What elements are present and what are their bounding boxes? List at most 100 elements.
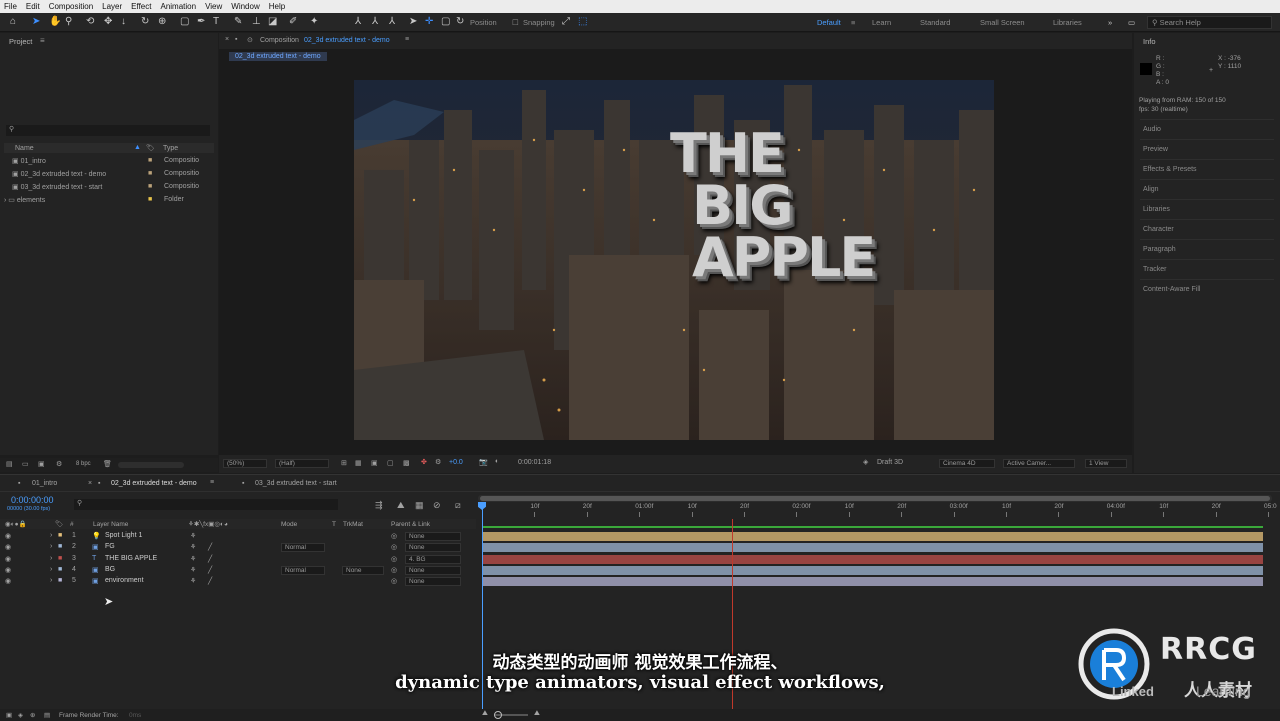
timeline-current-time[interactable]: 0:00:00:00	[11, 495, 54, 505]
mode-header[interactable]: Mode	[281, 521, 297, 528]
move-tool-icon[interactable]: ✛	[425, 16, 433, 27]
composition-viewer[interactable]: THE BIG APPLE	[354, 80, 994, 440]
sort-up-icon[interactable]: ▲	[134, 144, 141, 151]
section-align[interactable]: Align	[1143, 186, 1159, 193]
parent-dropdown[interactable]: None	[405, 577, 461, 587]
project-item[interactable]: › ▭ elements	[4, 196, 45, 204]
orbit-tool-icon[interactable]: ⟲	[86, 16, 94, 27]
toggle-mask-icon[interactable]: ▣	[371, 459, 378, 467]
layer-name[interactable]: BG	[105, 566, 115, 573]
motion-blur-icon[interactable]: ⊘	[433, 500, 441, 511]
current-time-display[interactable]: 0:00:01:18	[518, 459, 551, 466]
zoom-tool-icon[interactable]: ⚲	[65, 16, 72, 27]
bit-depth[interactable]: 8 bpc	[76, 461, 91, 467]
layer-name[interactable]: THE BIG APPLE	[105, 555, 157, 562]
zoom-out-icon[interactable]: ⛰	[482, 710, 488, 718]
rotate3d-tool-icon[interactable]: ↻	[456, 16, 464, 27]
section-tracker[interactable]: Tracker	[1143, 266, 1166, 273]
layer-name-header[interactable]: Layer Name	[93, 521, 128, 528]
frame-blending-icon[interactable]: ▦	[415, 500, 424, 511]
pick-whip-icon[interactable]: ◎	[391, 566, 397, 574]
shy-switch-icon[interactable]: ⚘	[190, 555, 196, 563]
eye-icon[interactable]: ◉	[5, 577, 11, 585]
home-icon[interactable]: ⌂	[10, 16, 16, 27]
layer-duration-bar[interactable]	[482, 577, 1263, 587]
pen-tool-icon[interactable]: ✒	[197, 16, 205, 27]
menu-composition[interactable]: Composition	[49, 2, 93, 11]
layer-duration-bar[interactable]	[482, 565, 1263, 575]
eye-icon[interactable]: ◉	[5, 543, 11, 551]
draft-3d-icon[interactable]: ⛰	[397, 500, 405, 511]
menu-edit[interactable]: Edit	[26, 2, 40, 11]
region-of-interest-icon[interactable]: ▢	[387, 459, 394, 467]
axis-view-icon[interactable]: ⅄	[389, 16, 395, 27]
panel-menu-icon[interactable]: ≡	[405, 36, 409, 43]
column-type[interactable]: Type	[163, 145, 178, 152]
view-layout-dropdown[interactable]: 1 View	[1085, 459, 1127, 468]
mode-dropdown[interactable]: Normal	[281, 565, 325, 575]
workspace-standard[interactable]: Standard	[920, 18, 950, 27]
menu-window[interactable]: Window	[231, 2, 259, 11]
pick-whip-icon[interactable]: ◎	[391, 577, 397, 585]
hand-tool-icon[interactable]: ✋	[49, 16, 61, 27]
chevron-right-icon[interactable]: ›	[50, 532, 52, 539]
layer-duration-bar[interactable]	[482, 532, 1263, 541]
time-ruler[interactable]: 0f10f20f01:00f10f20f02:00f10f20f03:00f10…	[478, 503, 1277, 517]
parent-header[interactable]: Parent & Link	[391, 521, 430, 528]
eye-icon[interactable]: ◉	[5, 555, 11, 563]
parent-dropdown[interactable]: None	[405, 532, 461, 541]
menu-effect[interactable]: Effect	[131, 2, 151, 11]
menu-view[interactable]: View	[205, 2, 222, 11]
pick-whip-icon[interactable]: ◎	[391, 532, 397, 540]
menu-animation[interactable]: Animation	[160, 2, 196, 11]
renderer-dropdown[interactable]: Cinema 4D	[939, 459, 995, 468]
layer-name[interactable]: environment	[105, 577, 144, 584]
layer-duration-bar[interactable]	[482, 543, 1263, 553]
lock-icon[interactable]: ▪	[235, 36, 237, 43]
layer-row[interactable]: ◉ › ■ 2 ▣ FG ⚘ ╱ Normal ◎ None	[0, 542, 476, 553]
workspace-menu-icon[interactable]: ≡	[851, 18, 855, 27]
layer-row[interactable]: ◉ › ■ 5 ▣ environment ⚘ ╱ ◎ None	[0, 576, 476, 587]
quality-switch-icon[interactable]: ╱	[208, 543, 212, 551]
parent-dropdown[interactable]: 4. BG	[405, 554, 461, 564]
rotate-tool-icon[interactable]: ↻	[141, 16, 149, 27]
section-preview[interactable]: Preview	[1143, 146, 1168, 153]
brush-tool-icon[interactable]: ✎	[234, 16, 242, 27]
parent-dropdown[interactable]: None	[405, 543, 461, 553]
tab-intro[interactable]: 01_intro	[32, 480, 57, 487]
layer-switches-toggle-icon[interactable]: ▣	[6, 711, 12, 719]
quality-switch-icon[interactable]: ╱	[208, 555, 212, 563]
eraser-tool-icon[interactable]: ◪	[268, 16, 277, 27]
pick-whip-icon[interactable]: ◎	[391, 543, 397, 551]
interpret-footage-icon[interactable]: ▤	[6, 460, 13, 468]
label-color-swatch[interactable]: ■	[58, 577, 62, 584]
menu-file[interactable]: File	[4, 2, 17, 11]
trkmat-dropdown[interactable]: None	[342, 565, 384, 575]
work-area-range[interactable]	[480, 496, 1270, 501]
work-area-bar[interactable]	[478, 495, 1272, 502]
quality-switch-icon[interactable]: ╱	[208, 566, 212, 574]
camera-dropdown[interactable]: Active Camer...	[1003, 459, 1075, 468]
roto-brush-tool-icon[interactable]: ✐	[289, 16, 297, 27]
mode-dropdown[interactable]: Normal	[281, 543, 325, 553]
thumbnail-slider[interactable]	[118, 462, 184, 468]
scale-tool-icon[interactable]: ▢	[441, 16, 450, 27]
zoom-in-icon[interactable]: ⛰	[534, 710, 540, 718]
trkmat-header[interactable]: TrkMat	[343, 521, 363, 528]
grid-icon[interactable]: ▩	[403, 459, 410, 467]
shy-switch-icon[interactable]: ⚘	[190, 543, 196, 551]
search-help-input[interactable]: ⚲ Search Help	[1147, 16, 1272, 29]
layer-duration-bar[interactable]	[482, 554, 1263, 564]
composition-tab[interactable]: 02_3d extruded text - demo	[229, 52, 327, 61]
close-icon[interactable]: ×	[225, 36, 229, 43]
toggle-transparency-grid-icon[interactable]: ▦	[355, 459, 362, 467]
layer-name[interactable]: Spot Light 1	[105, 532, 142, 539]
clone-stamp-tool-icon[interactable]: ⊥	[252, 16, 261, 27]
shy-switch-icon[interactable]: ⚘	[190, 532, 196, 540]
dolly-tool-icon[interactable]: ↓	[121, 16, 126, 27]
layer-row[interactable]: ◉ › ■ 3 T THE BIG APPLE ⚘ ╱ ◎ 4. BG	[0, 554, 476, 565]
draft-3d-label[interactable]: Draft 3D	[877, 459, 903, 466]
panel-menu-icon[interactable]: ≡	[40, 36, 45, 45]
rectangle-tool-icon[interactable]: ▢	[180, 16, 189, 27]
snapping-checkbox[interactable]: ☐	[512, 18, 519, 27]
